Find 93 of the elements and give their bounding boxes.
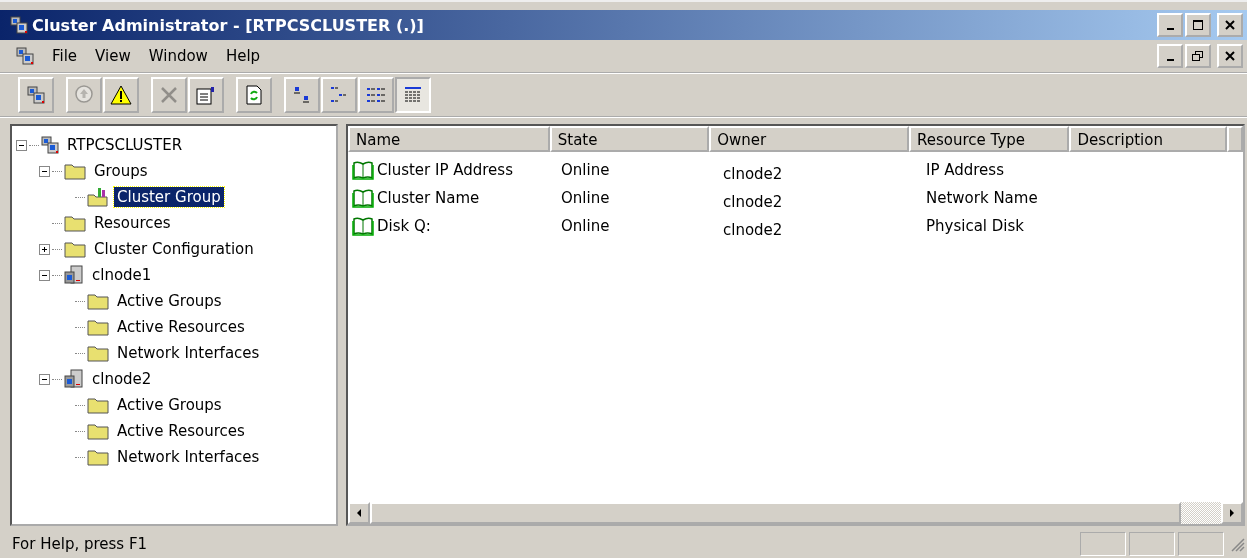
folder-icon	[87, 344, 109, 362]
restore-button[interactable]	[1185, 44, 1211, 68]
tree-item[interactable]: Network Interfaces	[114, 343, 263, 363]
list-icon	[365, 85, 387, 105]
warning-icon	[110, 85, 132, 105]
tree-item[interactable]: Groups	[91, 161, 151, 181]
left-arrow-icon	[355, 508, 363, 518]
folder-icon	[87, 292, 109, 310]
collapse-toggle[interactable]	[39, 373, 50, 385]
toolbar-button[interactable]	[18, 77, 54, 113]
tree-item[interactable]: Active Groups	[114, 395, 225, 415]
minimize-button[interactable]	[1157, 44, 1183, 68]
column-header[interactable]: Description	[1069, 126, 1227, 152]
menu-item[interactable]: Help	[225, 47, 261, 65]
expand-toggle[interactable]	[39, 243, 50, 255]
resize-grip[interactable]	[1229, 536, 1245, 552]
table-cell: Online	[561, 189, 610, 207]
status-text: For Help, press F1	[12, 535, 149, 553]
scroll-left-button[interactable]	[348, 502, 370, 524]
tree-item[interactable]: Active Groups	[114, 291, 225, 311]
window-title: Cluster Administrator - [RTPCSCLUSTER (.)]	[32, 15, 425, 35]
toolbar-button[interactable]	[395, 77, 431, 113]
tree-item[interactable]: Cluster Group	[114, 187, 224, 207]
table-cell: clnode2	[723, 193, 783, 211]
scroll-right-button[interactable]	[1221, 502, 1243, 524]
folder-icon	[87, 422, 109, 440]
book-icon	[352, 216, 374, 236]
table-cell: Online	[561, 161, 610, 179]
collapse-toggle[interactable]	[39, 269, 50, 281]
cluster-icon	[41, 136, 59, 154]
folder-icon	[64, 214, 86, 232]
table-cell: IP Address	[926, 161, 1004, 179]
restore-icon	[1192, 51, 1204, 61]
column-header[interactable]: Name	[348, 126, 550, 152]
menu-item[interactable]: Window	[148, 47, 208, 65]
status-panel	[1178, 532, 1224, 556]
folder-icon	[87, 396, 109, 414]
status-panel	[1129, 532, 1175, 556]
tree-item[interactable]: clnode2	[89, 369, 155, 389]
delete-icon	[159, 85, 179, 105]
refresh-icon	[245, 85, 263, 105]
book-icon	[352, 160, 374, 180]
book-icon	[352, 188, 374, 208]
table-cell: Physical Disk	[926, 217, 1024, 235]
computers-icon	[27, 86, 45, 104]
collapse-toggle[interactable]	[16, 139, 27, 151]
tree-item[interactable]: Resources	[91, 213, 174, 233]
column-header[interactable]: State	[549, 126, 710, 152]
close-icon	[1224, 20, 1236, 30]
right-arrow-icon	[1228, 508, 1236, 518]
table-cell: Disk Q:	[377, 217, 431, 235]
folder-icon	[64, 240, 86, 258]
status-panel	[1080, 532, 1126, 556]
tree-item[interactable]: clnode1	[89, 265, 155, 285]
server-icon	[64, 265, 84, 285]
minimize-icon	[1166, 28, 1174, 30]
toolbar-button[interactable]	[103, 77, 139, 113]
toolbar-button[interactable]	[284, 77, 320, 113]
minimize-icon	[1166, 59, 1174, 61]
properties-icon	[195, 85, 217, 105]
tree-item[interactable]: Cluster Configuration	[91, 239, 257, 259]
menu-item[interactable]: File	[52, 47, 78, 65]
toolbar-button[interactable]	[358, 77, 394, 113]
tree-item[interactable]: RTPCSCLUSTER	[64, 135, 186, 155]
folder-icon	[87, 448, 109, 466]
details-icon	[403, 85, 423, 105]
collapse-toggle[interactable]	[39, 165, 50, 177]
tree-item[interactable]: Active Resources	[114, 317, 248, 337]
large-icons-icon	[292, 85, 312, 105]
tree-item[interactable]: Network Interfaces	[114, 447, 263, 467]
minimize-button[interactable]	[1157, 13, 1183, 37]
column-header[interactable]: Resource Type	[909, 126, 1070, 152]
table-cell: clnode2	[723, 165, 783, 183]
folder-icon	[64, 162, 86, 180]
maximize-button[interactable]	[1185, 13, 1211, 37]
table-cell: Network Name	[926, 189, 1038, 207]
folder-icon	[87, 318, 109, 336]
cluster-icon	[16, 47, 34, 65]
table-cell: Online	[561, 217, 610, 235]
small-icons-icon	[329, 85, 349, 105]
table-cell: clnode2	[723, 221, 783, 239]
tree-item[interactable]: Active Resources	[114, 421, 248, 441]
table-cell: Cluster IP Address	[377, 161, 513, 179]
cluster-icon	[10, 16, 28, 34]
table-cell: Cluster Name	[377, 189, 480, 207]
close-button[interactable]	[1217, 13, 1243, 37]
close-icon	[1224, 51, 1236, 61]
close-button[interactable]	[1217, 44, 1243, 68]
column-header[interactable]: Owner	[709, 126, 909, 152]
folder-group-icon	[87, 187, 109, 207]
server-icon	[64, 369, 84, 389]
maximize-icon	[1192, 20, 1204, 30]
menu-item[interactable]: View	[95, 47, 131, 65]
